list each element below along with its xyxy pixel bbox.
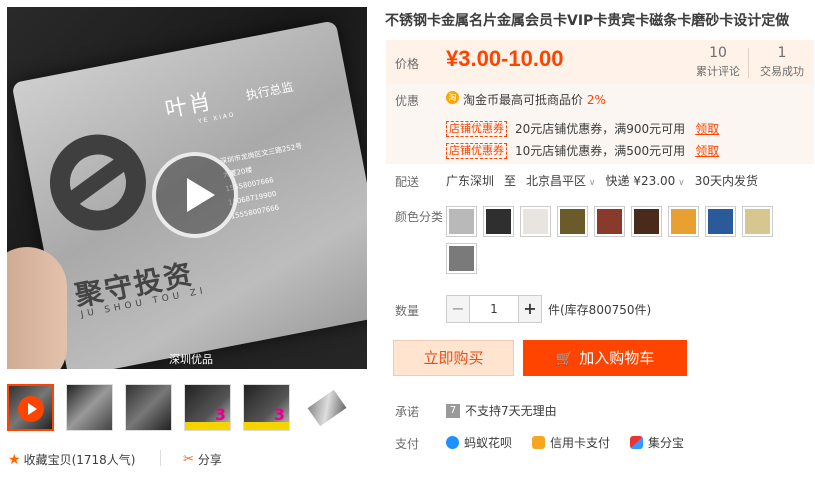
- promise-label: 承诺: [395, 405, 420, 419]
- coupon-tag: 店铺优惠券: [446, 120, 507, 137]
- thumbnail-3[interactable]: [125, 384, 172, 431]
- collect-button[interactable]: ★ 收藏宝贝 (1718人气): [8, 451, 135, 468]
- video-watermark: 深圳优品: [169, 353, 213, 366]
- stat-divider: [748, 48, 749, 78]
- main-product-video[interactable]: 叶肖 YE XIAO 执行总监 深圳市龙岗区文三路252号 大厦20楼 1555…: [7, 7, 367, 369]
- color-swatch[interactable]: [446, 206, 477, 237]
- card-position: 执行总监: [244, 79, 295, 103]
- color-swatches: [446, 206, 786, 274]
- color-swatch[interactable]: [557, 206, 588, 237]
- thumbnail-2[interactable]: [66, 384, 113, 431]
- ship-to-select[interactable]: 北京昌平区: [526, 172, 595, 189]
- coupon-tag: 店铺优惠券: [446, 142, 507, 159]
- popularity-count: (1718人气): [71, 453, 136, 467]
- color-swatch[interactable]: [705, 206, 736, 237]
- share-icon: ✂: [183, 452, 194, 467]
- payment-label: 支付: [395, 437, 420, 451]
- taobao-coin-icon: 淘: [446, 91, 459, 104]
- credit-card-icon: [532, 436, 546, 449]
- color-swatch[interactable]: [520, 206, 551, 237]
- thumbnail-strip: 3 3: [7, 384, 349, 431]
- add-to-cart-button[interactable]: 🛒 加入购物车: [523, 340, 687, 376]
- promo-label: 优惠: [395, 94, 420, 108]
- reviews-stat[interactable]: 10 累计评论: [688, 45, 748, 79]
- share-button[interactable]: ✂ 分享: [183, 451, 222, 468]
- quantity-plus-button[interactable]: +: [518, 295, 542, 323]
- coupon-claim-link[interactable]: 领取: [695, 120, 719, 137]
- color-swatch[interactable]: [483, 206, 514, 237]
- price-label: 价格: [395, 57, 420, 71]
- huabei-icon: [446, 436, 459, 449]
- payment-jifenbao: 集分宝: [630, 434, 684, 451]
- color-swatch[interactable]: [668, 206, 699, 237]
- price-value: ¥3.00-10.00: [446, 46, 564, 71]
- thumbnail-5[interactable]: 3: [243, 384, 290, 431]
- jifenbao-icon: [630, 436, 644, 449]
- color-swatch[interactable]: [594, 206, 625, 237]
- color-swatch[interactable]: [631, 206, 662, 237]
- thumbnail-4[interactable]: 3: [184, 384, 231, 431]
- shipping-label: 配送: [395, 175, 420, 189]
- product-title: 不锈钢卡金属名片金属会员卡VIP卡贵宾卡磁条卡磨砂卡设计定做: [385, 13, 790, 29]
- quantity-input[interactable]: [470, 295, 518, 323]
- promise-info: 7 不支持7天无理由: [446, 402, 557, 419]
- hand-image: [7, 247, 67, 369]
- coupon-row: 店铺优惠券 10元店铺优惠券，满500元可用 领取: [446, 142, 719, 159]
- payment-credit-card: 信用卡支付: [532, 434, 610, 451]
- shipping-info: 广东深圳 至 北京昌平区 快递 ¥23.00 30天内发货: [446, 172, 758, 189]
- cart-icon: 🛒: [555, 351, 574, 367]
- seven-day-icon: 7: [446, 403, 460, 418]
- ship-to-prefix: 至: [504, 174, 517, 188]
- coupon-row: 店铺优惠券 20元店铺优惠券，满900元可用 领取: [446, 120, 719, 137]
- ship-time: 30天内发货: [694, 174, 759, 188]
- play-icon: [18, 396, 44, 422]
- color-swatch[interactable]: [446, 243, 477, 274]
- sales-stat: 1 交易成功: [760, 45, 804, 78]
- payment-huabei: 蚂蚁花呗: [446, 434, 512, 451]
- ship-from: 广东深圳: [446, 174, 495, 188]
- coupon-claim-link[interactable]: 领取: [695, 142, 719, 159]
- stock-text: 件(库存800750件): [548, 302, 652, 317]
- divider: [160, 450, 161, 466]
- buy-now-button[interactable]: 立即购买: [393, 340, 514, 376]
- quantity-minus-button[interactable]: −: [446, 295, 470, 323]
- star-icon: ★: [8, 451, 21, 468]
- ship-method-select[interactable]: 快递 ¥23.00: [606, 172, 685, 189]
- play-button-icon[interactable]: [152, 152, 238, 238]
- taobao-coin-text: 淘金币最高可抵商品价 2%: [463, 93, 606, 107]
- thumbnail-video[interactable]: [7, 384, 54, 431]
- quantity-label: 数量: [395, 304, 420, 318]
- thumbnail-6[interactable]: [302, 384, 349, 431]
- payment-methods: 蚂蚁花呗 信用卡支付 集分宝: [446, 434, 684, 451]
- quantity-stepper: − + 件(库存800750件): [446, 295, 651, 323]
- color-label: 颜色分类: [395, 210, 444, 224]
- color-swatch[interactable]: [742, 206, 773, 237]
